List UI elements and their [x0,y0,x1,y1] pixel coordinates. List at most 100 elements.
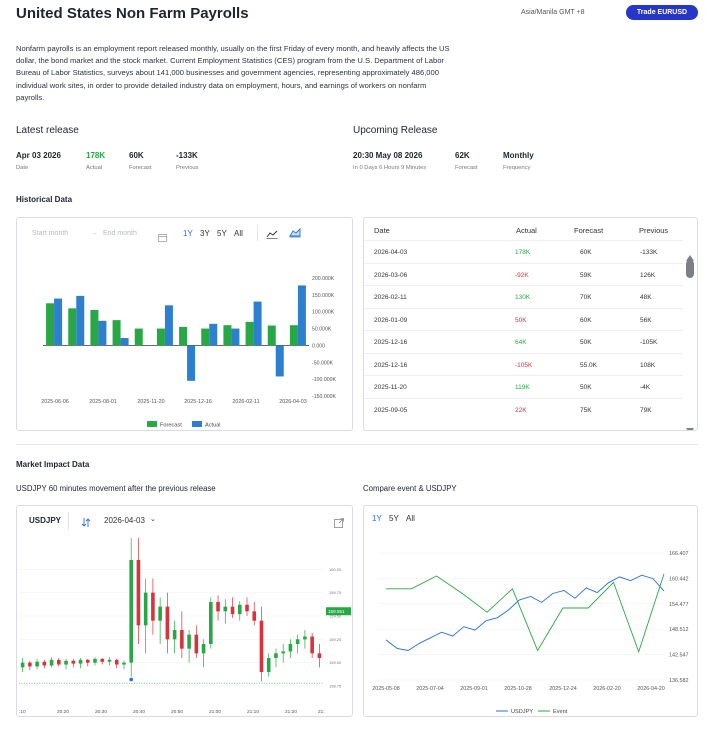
forecast-bar [267,325,276,346]
calendar-icon[interactable] [158,229,167,247]
actual-bar [120,338,129,346]
candle-body [252,611,257,621]
timezone-label[interactable]: Asia/Manila GMT +8 [521,9,584,16]
x-tick-label: 2025-07-04 [416,686,444,692]
compare-panel: 1Y 5Y All 166.407 160.442 154.477 148.512 14… [363,505,698,717]
candle-body [187,634,191,649]
forecast-bar [134,328,143,346]
candle-body [57,659,61,665]
candle-body [93,658,97,663]
x-tick-label: 2025-12-16 [184,399,212,405]
table-row-divider [364,262,683,264]
cell-forecast: 50K [580,339,592,346]
col-header-forecast: Forecast [574,226,604,235]
candle-body [245,604,249,612]
compare-range-1y-button[interactable]: 1Y [372,514,382,523]
candle-body [107,659,112,662]
area-chart-icon[interactable] [289,225,301,243]
candle-body [310,636,314,654]
x-tick-label: 20:50 [171,709,183,715]
x-tick-label: 21:00 [209,709,221,715]
col-header-actual: Actual [516,226,537,235]
cell-actual: 130K [515,294,531,301]
scroll-down-icon[interactable] [686,421,694,430]
candle-body [165,606,170,640]
cell-actual: -92K [515,271,529,279]
upcoming-datetime-value: 20:30 May 08 2026 [353,151,423,160]
y-tick-label: 159.75 [329,590,342,595]
candlestick-panel: USDJPY 2026-04-03 ⌄ 160.00 159.75 159.50 15… [16,505,353,717]
col-header-date: Date [374,226,390,235]
candle-body [303,636,307,640]
y-tick-label: 160.00 [329,567,342,572]
y-tick-label: 148.512 [669,627,689,633]
line-chart-icon[interactable] [266,226,278,244]
x-tick-label: 20:30 [95,709,107,715]
y-tick-label: -50.000K [312,360,334,366]
y-tick-label: 158.75 [329,684,342,689]
candle-body [180,630,184,649]
forecast-bar [90,310,99,346]
symbol-label[interactable]: USDJPY [29,516,61,525]
candle-body [151,592,155,621]
candle-body [42,661,47,666]
actual-bar [54,298,63,346]
latest-release-heading: Latest release [16,125,79,136]
candle-body [172,630,177,640]
range-1y-button[interactable]: 1Y [183,229,193,238]
range-all-button[interactable]: All [234,229,243,238]
end-month-input[interactable]: End month [103,230,137,237]
y-tick-label: 100.000K [312,310,335,316]
forecast-bar [112,320,121,346]
start-month-input[interactable]: Start month [32,230,68,237]
latest-forecast-value: 60K [129,151,144,160]
upcoming-forecast-label: Forecast [455,165,478,171]
candle-body [209,602,213,644]
x-tick-label: 20:20 [57,709,69,715]
x-tick-label: 2025-12-24 [549,686,577,692]
col-header-previous: Previous [639,226,669,235]
latest-date-label: Date [16,165,29,171]
latest-actual-value: 178K [86,151,106,160]
date-selector[interactable]: 2026-04-03 [104,516,145,525]
candle-body [129,560,133,663]
compare-range-all-button[interactable]: All [406,514,415,523]
candle-body [114,659,119,665]
cell-previous: 48K [640,294,652,301]
x-tick-label: 2025-11-20 [137,399,164,405]
y-tick-label: 159.00 [329,660,342,665]
table-row-divider [364,375,683,376]
range-5y-button[interactable]: 5Y [217,229,227,238]
compare-line-chart: 166.407 160.442 154.477 148.512 142.547 136.5… [372,551,689,715]
candle-body [281,651,285,654]
trade-eurusd-button[interactable]: Trade EURUSD [626,5,698,20]
y-tick-label: 150.000K [312,293,335,299]
forecast-bar [245,321,254,346]
scrollbar-thumb[interactable] [686,260,694,278]
compare-icon[interactable] [81,515,91,533]
usdjpy-movement-title: USDJPY 60 minutes movement after the pre… [16,484,216,493]
forecast-bar [156,328,165,346]
range-3y-button[interactable]: 3Y [200,229,210,238]
x-tick-label: 21:20 [285,709,297,715]
x-tick-label: 21: [318,709,325,715]
expand-icon[interactable] [334,515,344,533]
actual-bar [76,295,85,346]
actual-bar [275,345,284,377]
x-tick-label: 2025-10-28 [504,686,532,692]
chevron-down-icon[interactable]: ⌄ [150,515,156,523]
compare-range-5y-button[interactable]: 5Y [389,514,399,523]
cell-forecast: 70K [580,294,592,301]
candle-body [274,653,278,658]
cell-date: 2026-02-11 [374,294,407,301]
cell-date: 2025-11-20 [374,384,407,391]
cell-previous: -4K [640,384,651,391]
candle-body [295,639,300,644]
candle-body [230,606,235,615]
candle-body [28,662,32,667]
y-tick-label: 136.582 [669,678,689,684]
table-row-divider [364,352,683,354]
forecast-bar [46,303,55,346]
upcoming-forecast-value: 62K [455,151,470,160]
candle-body [237,604,242,615]
